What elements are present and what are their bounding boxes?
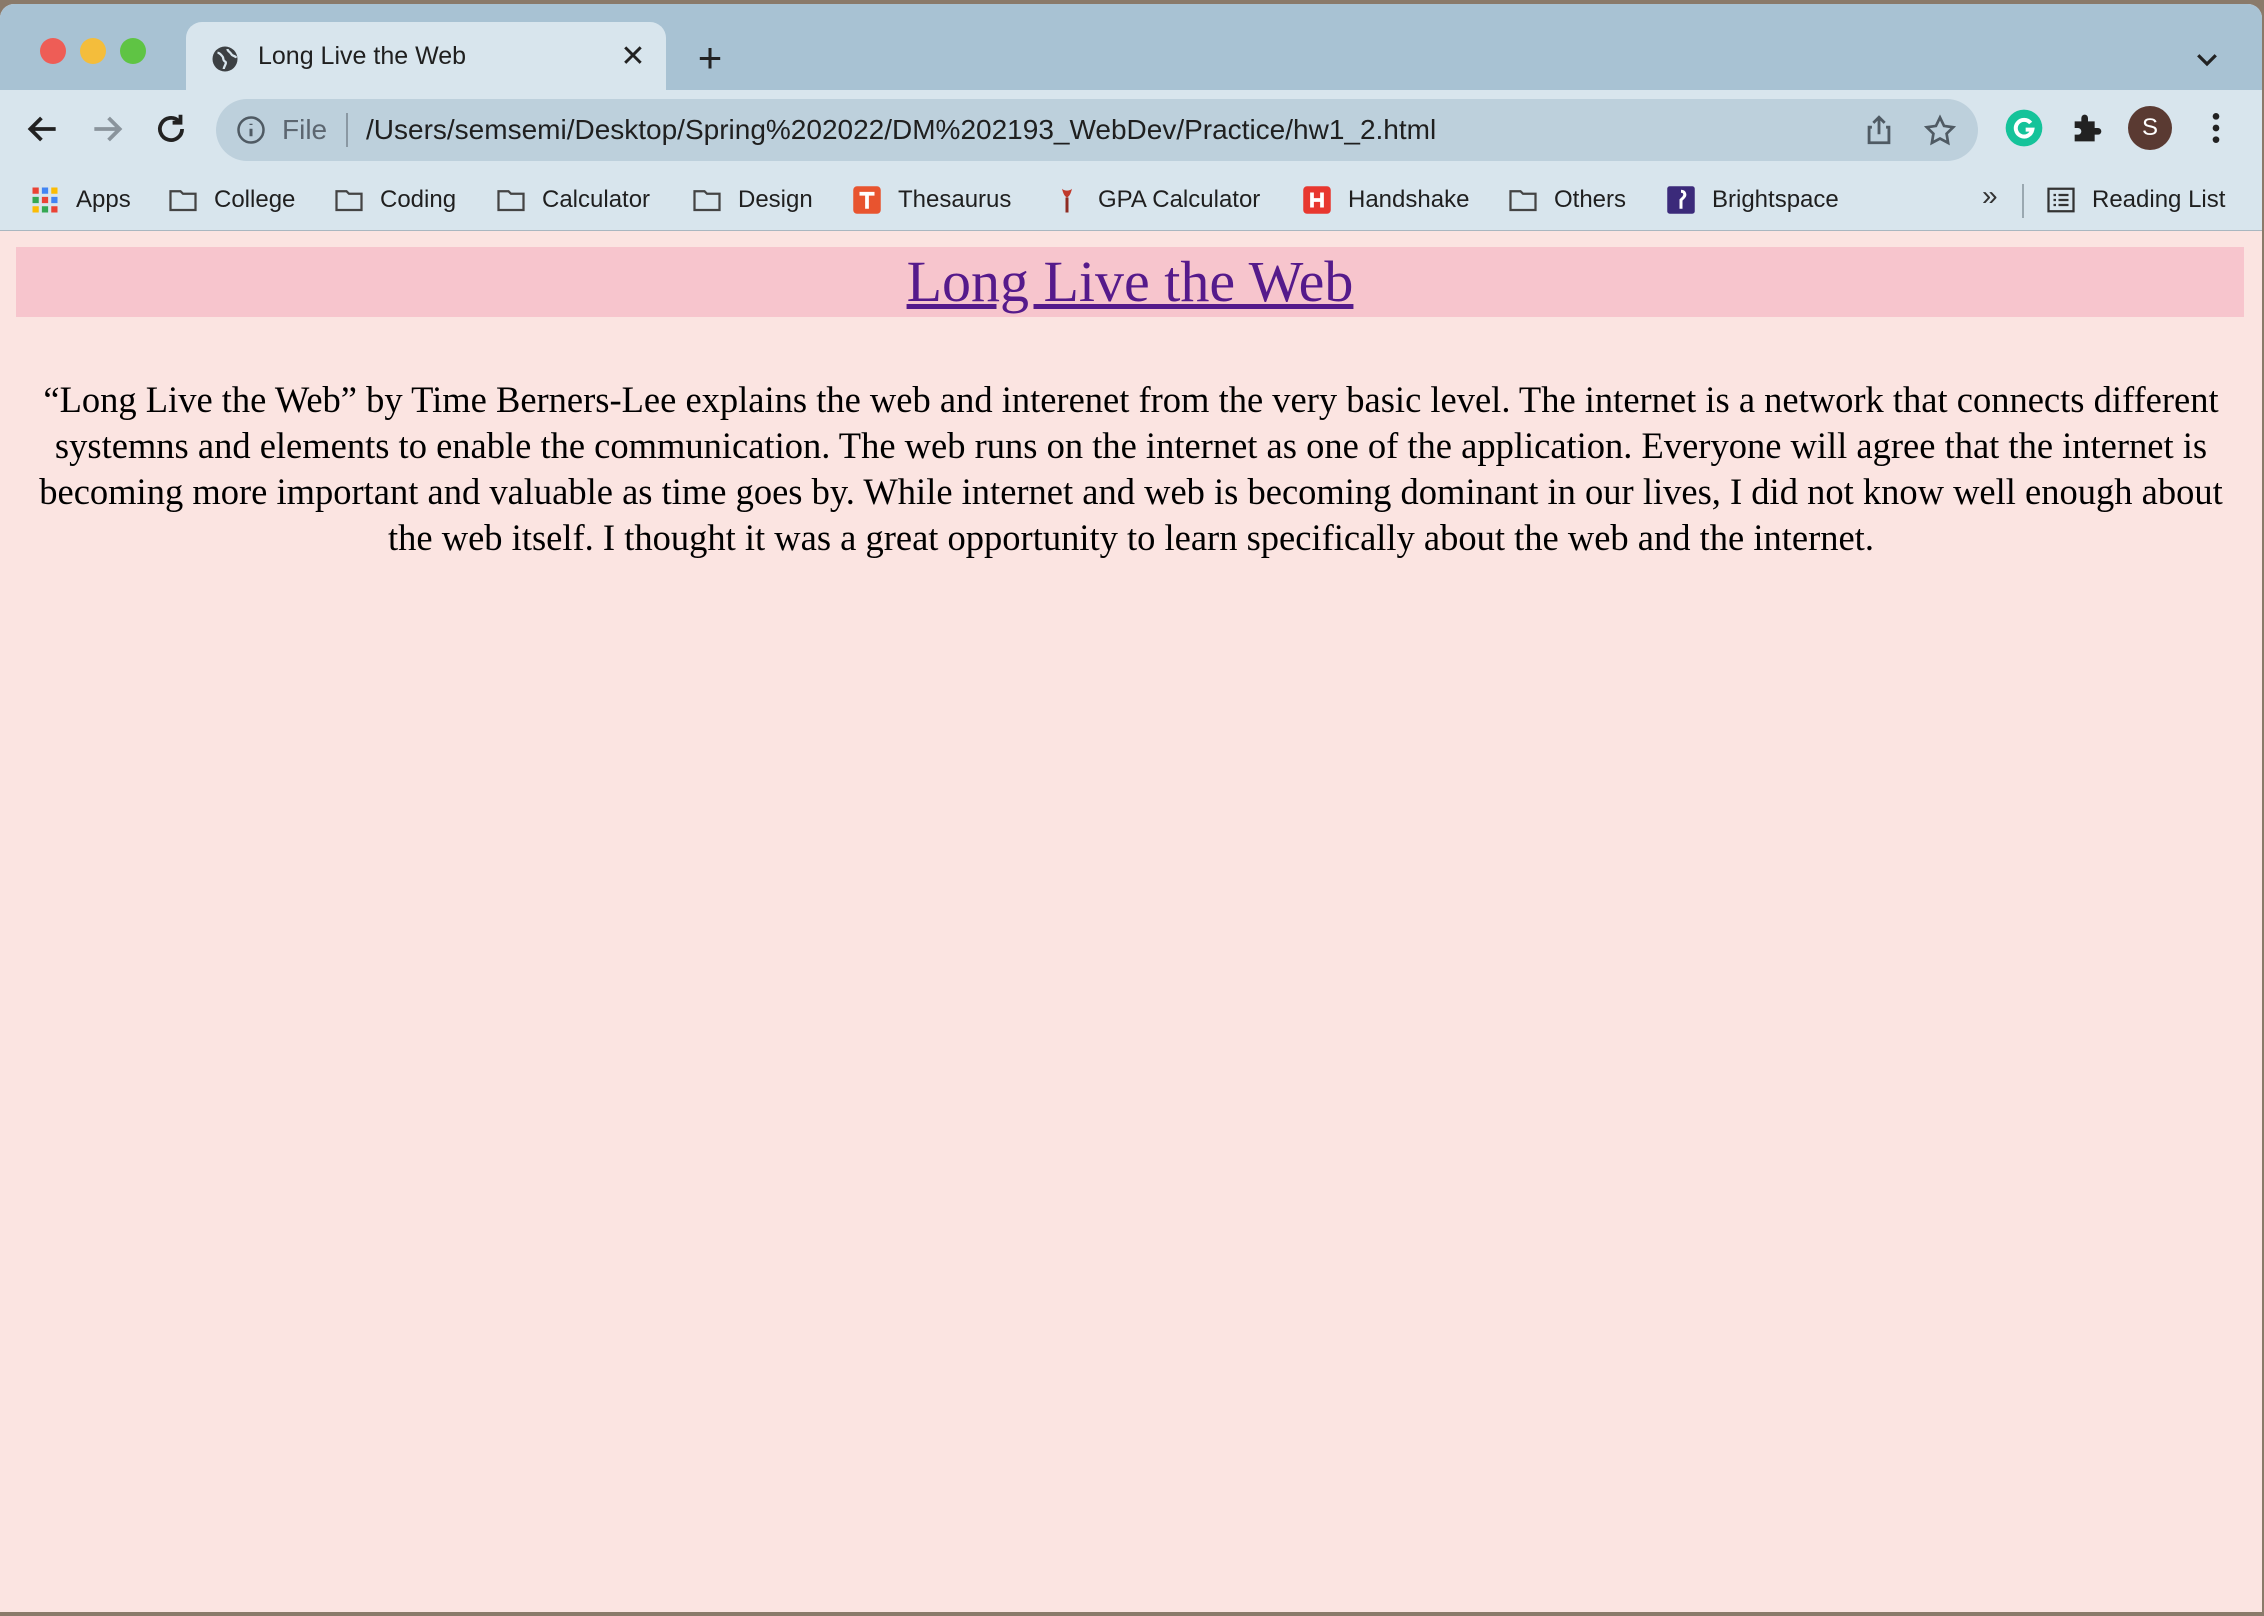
folder-icon [693,190,721,212]
bookmark-label: Apps [76,186,131,213]
bookmark-label: Calculator [542,186,651,213]
toolbar: File /Users/semsemi/Desktop/Spring%20202… [0,90,2262,170]
bookmark-label: Coding [380,186,457,213]
reading-list-label: Reading List [2092,186,2226,213]
page-title-link[interactable]: Long Live the Web [907,249,1354,314]
folder-icon [497,190,525,212]
tab-title: Long Live the Web [258,42,467,70]
folder-icon [169,190,197,212]
more-vertical-icon[interactable] [2196,108,2236,148]
bookmark-calculator[interactable]: Calculator [496,180,650,220]
url-text[interactable]: /Users/semsemi/Desktop/Spring%202022/DM%… [366,114,1436,146]
window-minimize-button[interactable] [80,38,106,64]
globe-icon [212,46,238,72]
bookmark-label: GPA Calculator [1098,186,1261,213]
bookmark-college[interactable]: College [168,180,295,220]
reading-list-button[interactable]: Reading List [2046,180,2225,220]
thesaurus-icon [853,186,881,214]
bookmark-thesaurus[interactable]: Thesaurus [852,180,1011,220]
forward-arrow-icon[interactable] [88,110,126,148]
page-paragraph: “Long Live the Web” by Time Berners-Lee … [39,379,2223,558]
bookmark-label: College [214,186,296,213]
bookmark-others[interactable]: Others [1508,180,1626,220]
bookmarks-divider [2022,184,2024,218]
tab-long-live-the-web[interactable]: Long Live the Web ✕ [186,22,666,90]
bookmark-coding[interactable]: Coding [334,180,456,220]
bookmark-label: Handshake [1348,186,1470,213]
info-icon[interactable] [236,115,266,145]
bookmark-label: Others [1554,186,1627,213]
window-close-button[interactable] [40,38,66,64]
page-content: Long Live the Web “Long Live the Web” by… [0,231,2262,1612]
reading-list-icon [2047,187,2075,213]
bookmarks-overflow-button[interactable]: » [1982,180,1998,212]
reload-icon[interactable] [152,110,190,148]
chevron-down-icon[interactable] [2192,44,2222,74]
grammarly-icon[interactable] [2004,108,2044,148]
new-tab-button[interactable]: + [690,37,730,79]
extensions-puzzle-icon[interactable] [2068,108,2108,148]
tab-strip: Long Live the Web ✕ + [0,4,2262,90]
tab-close-icon[interactable]: ✕ [618,42,648,72]
star-icon[interactable] [1922,113,1958,149]
bookmark-label: Design [738,186,813,213]
browser-window: Long Live the Web ✕ + File /Users/semsem… [0,4,2262,1612]
handshake-icon [1303,186,1331,214]
bookmark-handshake[interactable]: Handshake [1302,180,1469,220]
bookmark-label: Thesaurus [898,186,1012,213]
share-icon[interactable] [1862,113,1896,147]
bookmark-gpa-calculator[interactable]: GPA Calculator [1052,180,1260,220]
bookmark-apps[interactable]: Apps [30,180,131,220]
folder-icon [1509,190,1537,212]
omnibox-divider [346,113,348,147]
torch-icon [1062,188,1072,213]
scheme-label: File [282,114,328,145]
window-maximize-button[interactable] [120,38,146,64]
bookmarks-bar: Apps College Coding Calculator Design Th… [0,170,2262,231]
profile-avatar[interactable]: S [2128,106,2172,150]
bookmark-brightspace[interactable]: Brightspace [1666,180,1839,220]
folder-icon [335,190,363,212]
back-arrow-icon[interactable] [24,110,62,148]
address-bar[interactable]: File /Users/semsemi/Desktop/Spring%20202… [216,99,1978,161]
bookmark-design[interactable]: Design [692,180,813,220]
brightspace-icon [1667,186,1695,214]
bookmark-label: Brightspace [1712,186,1839,213]
apps-grid-icon [32,187,58,213]
page-header: Long Live the Web [16,247,2244,317]
